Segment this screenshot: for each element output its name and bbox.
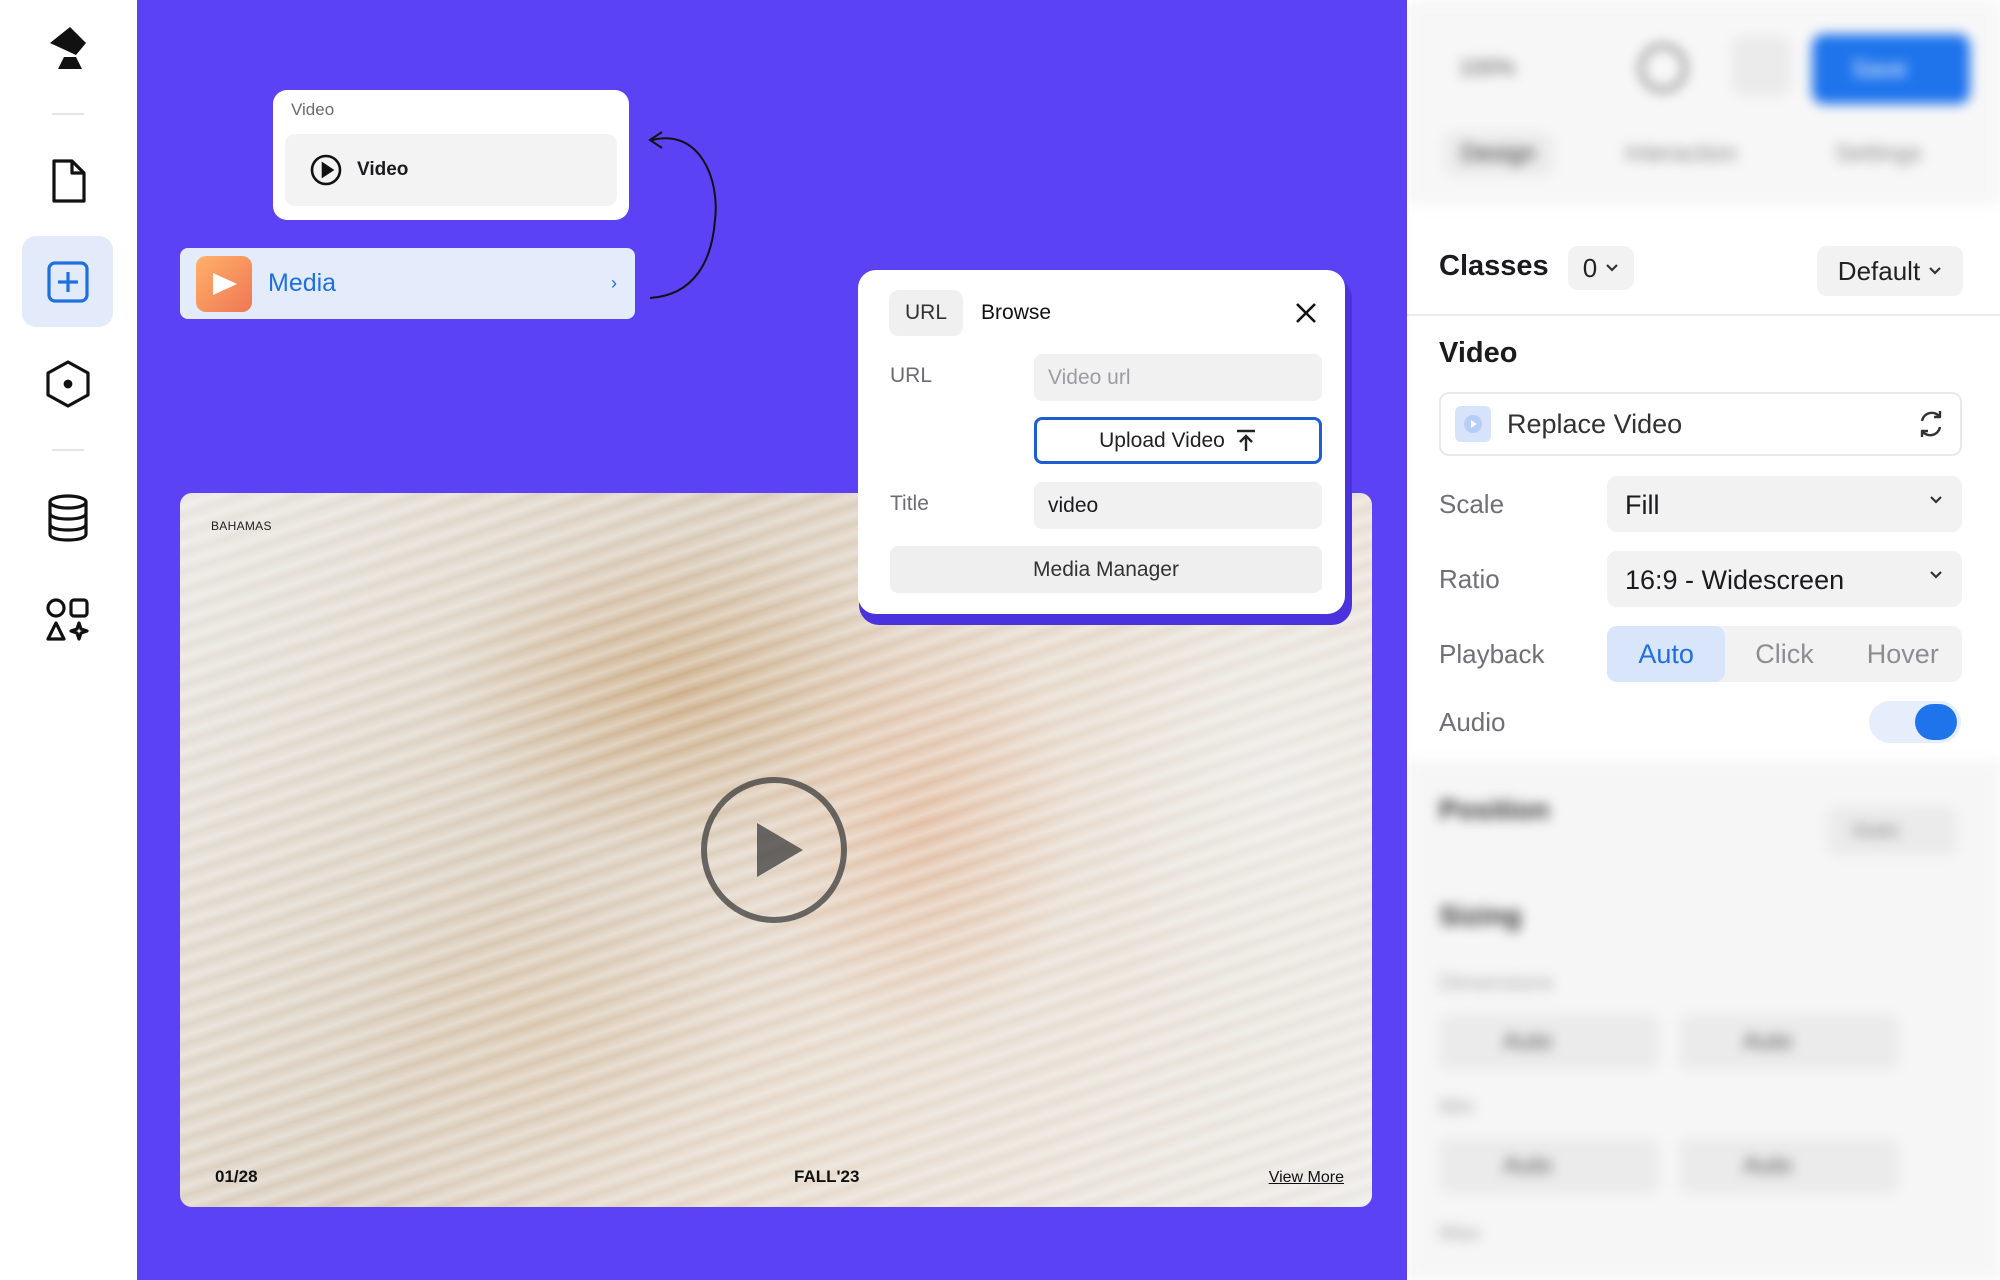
connector-arrow <box>648 131 717 299</box>
swap-icon <box>1920 411 1942 437</box>
close-icon[interactable] <box>1295 302 1317 324</box>
media-manager-button[interactable]: Media Manager <box>890 546 1322 593</box>
playback-option-auto[interactable]: Auto <box>1607 626 1726 682</box>
replace-video-button[interactable]: Replace Video <box>1439 392 1962 456</box>
toolbar-divider <box>52 113 84 115</box>
section-divider <box>1407 314 2000 316</box>
chevron-down-icon <box>1930 571 1942 579</box>
play-button-icon[interactable] <box>699 775 849 925</box>
chevron-down-icon <box>1929 267 1941 275</box>
video-thumbnail-icon <box>1455 406 1491 442</box>
media-category-row[interactable]: Media › <box>180 248 635 319</box>
upload-video-button[interactable]: Upload Video <box>1034 417 1322 464</box>
playback-label: Playback <box>1439 639 1545 669</box>
playback-option-hover[interactable]: Hover <box>1844 626 1962 682</box>
min-height-input[interactable]: Auto <box>1679 1138 1899 1194</box>
chevron-down-icon <box>1606 264 1619 272</box>
scale-value: Fill <box>1625 490 1660 520</box>
season-label: FALL'23 <box>794 1167 860 1186</box>
tab-url[interactable]: URL <box>889 290 964 336</box>
panel-lower-sections: Position Static Sizing Dimensions Auto A… <box>1407 760 2000 1280</box>
classes-count: 0 <box>1582 252 1598 283</box>
min-label: Min <box>1439 1094 1475 1119</box>
width-input[interactable]: Auto <box>1439 1014 1659 1070</box>
history-icon[interactable] <box>1639 44 1687 92</box>
video-item-label: Video <box>357 159 409 180</box>
tab-settings[interactable]: Settings <box>1835 140 1922 168</box>
media-thumbnail-icon <box>196 255 252 312</box>
media-label: Media <box>268 269 337 297</box>
video-card-caption: Video <box>291 100 335 119</box>
ratio-label: Ratio <box>1439 564 1500 594</box>
view-more-link[interactable]: View More <box>1269 1169 1344 1187</box>
video-url-input[interactable]: Video url <box>1034 354 1322 401</box>
apps-icon[interactable] <box>22 574 113 665</box>
logo-icon[interactable] <box>22 3 113 94</box>
playback-segmented-control: Auto Click Hover <box>1607 626 1962 682</box>
classes-title: Classes <box>1439 250 1549 282</box>
add-icon[interactable] <box>22 236 113 327</box>
sizing-section-title: Sizing <box>1439 900 1522 931</box>
dialog-tabs: URL Browse <box>889 290 1051 336</box>
audio-label: Audio <box>1439 707 1506 737</box>
ratio-value: 16:9 - Widescreen <box>1625 565 1845 595</box>
tab-design[interactable]: Design <box>1443 132 1554 176</box>
hero-tag: BAHAMAS <box>211 519 272 533</box>
toggle-knob <box>1915 704 1957 740</box>
play-icon <box>310 154 342 186</box>
class-preset-dropdown[interactable]: Default <box>1817 246 1963 296</box>
audio-toggle[interactable] <box>1869 701 1961 743</box>
video-section-title: Video <box>1439 337 1518 369</box>
database-icon[interactable] <box>22 472 113 563</box>
toolbar-divider <box>52 449 84 451</box>
properties-panel: 100% Save Design Interaction Settings Cl… <box>1407 0 2000 1280</box>
chevron-down-icon <box>1930 496 1942 504</box>
preview-icon[interactable] <box>1731 36 1791 96</box>
dimensions-label: Dimensions <box>1439 970 1554 995</box>
video-element-card: Video Video <box>273 90 629 220</box>
playback-option-click[interactable]: Click <box>1725 626 1843 682</box>
classes-count-dropdown[interactable]: 0 <box>1568 246 1634 290</box>
max-label: Max <box>1439 1220 1481 1245</box>
position-section-title: Position <box>1439 794 1550 825</box>
title-field-label: Title <box>890 492 929 515</box>
upload-icon <box>1236 429 1255 451</box>
scale-label: Scale <box>1439 489 1505 519</box>
class-preset-value: Default <box>1837 255 1921 286</box>
scale-select[interactable]: Fill <box>1607 476 1962 532</box>
video-source-dialog: URL Browse URL Video url Upload Video Ti… <box>858 270 1345 614</box>
upload-video-label: Upload Video <box>1099 428 1225 452</box>
ratio-select[interactable]: 16:9 - Widescreen <box>1607 551 1962 607</box>
zoom-level[interactable]: 100% <box>1459 55 1515 81</box>
panel-top-bar: 100% Save Design Interaction Settings <box>1407 0 2000 205</box>
height-input[interactable]: Auto <box>1679 1014 1899 1070</box>
save-button[interactable]: Save <box>1812 34 1970 104</box>
position-select[interactable]: Static <box>1827 806 1957 856</box>
left-toolbar <box>0 0 137 1280</box>
min-width-input[interactable]: Auto <box>1439 1138 1659 1194</box>
tab-interaction[interactable]: Interaction <box>1625 140 1737 168</box>
video-element-item[interactable]: Video <box>285 134 617 206</box>
replace-video-label: Replace Video <box>1507 408 1683 439</box>
url-field-label: URL <box>890 364 933 387</box>
title-input[interactable]: video <box>1034 482 1322 529</box>
page-icon[interactable] <box>22 135 113 226</box>
slide-counter: 01/28 <box>215 1167 258 1186</box>
tab-browse[interactable]: Browse <box>981 290 1051 336</box>
component-icon[interactable] <box>22 338 113 429</box>
chevron-right-icon: › <box>611 273 617 293</box>
